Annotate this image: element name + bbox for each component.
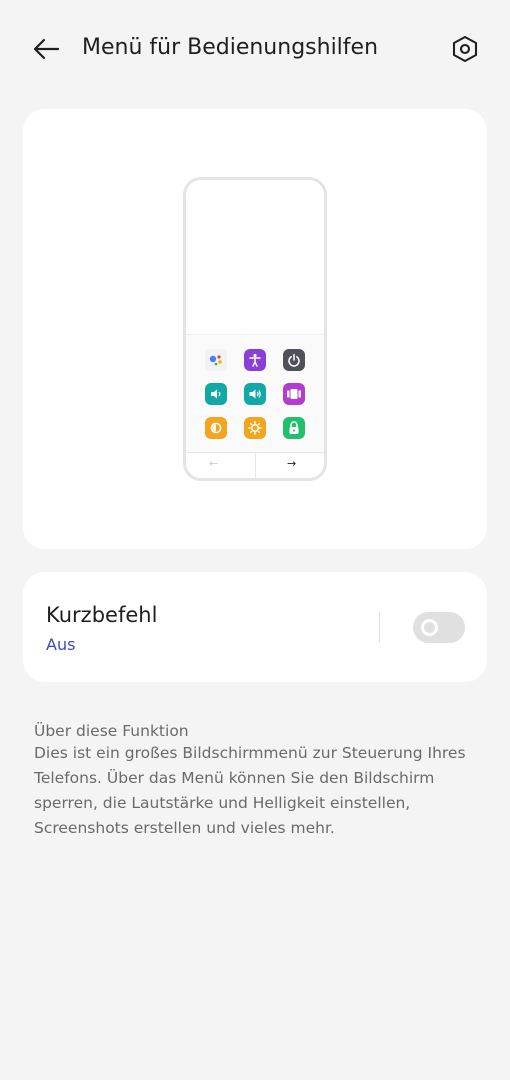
nav-divider — [255, 453, 256, 478]
preview-card: ← → — [23, 109, 487, 549]
panel-forward-arrow-icon: → — [287, 457, 297, 470]
power-icon — [283, 349, 305, 371]
phone-screen — [186, 180, 324, 335]
back-button[interactable] — [28, 31, 64, 67]
panel-navigation: ← → — [186, 452, 324, 478]
settings-button[interactable] — [448, 32, 482, 66]
recent-apps-icon — [283, 383, 305, 405]
shortcut-card[interactable]: Kurzbefehl Aus — [23, 572, 487, 682]
divider — [379, 612, 380, 642]
brightness-down-icon — [205, 417, 227, 439]
arrow-left-icon — [33, 38, 60, 60]
brightness-up-icon — [244, 417, 266, 439]
top-app-bar: Menü für Bedienungshilfen — [0, 0, 510, 96]
toggle-knob — [421, 619, 438, 636]
accessibility-menu-panel — [186, 335, 324, 453]
about-title: Über diese Funktion — [34, 722, 189, 740]
shortcut-status: Aus — [46, 635, 76, 654]
assistant-icon — [205, 349, 227, 371]
panel-back-arrow-icon: ← — [209, 457, 219, 470]
shortcut-toggle[interactable] — [413, 612, 465, 643]
lock-icon — [283, 417, 305, 439]
volume-down-icon — [205, 383, 227, 405]
accessibility-icon — [244, 349, 266, 371]
phone-illustration: ← → — [183, 177, 327, 481]
shortcut-title: Kurzbefehl — [46, 603, 158, 627]
page-title: Menü für Bedienungshilfen — [82, 35, 379, 60]
volume-up-icon — [244, 383, 266, 405]
gear-hexagon-icon — [452, 35, 478, 63]
about-description: Dies ist ein großes Bildschirmmenü zur S… — [34, 744, 466, 837]
